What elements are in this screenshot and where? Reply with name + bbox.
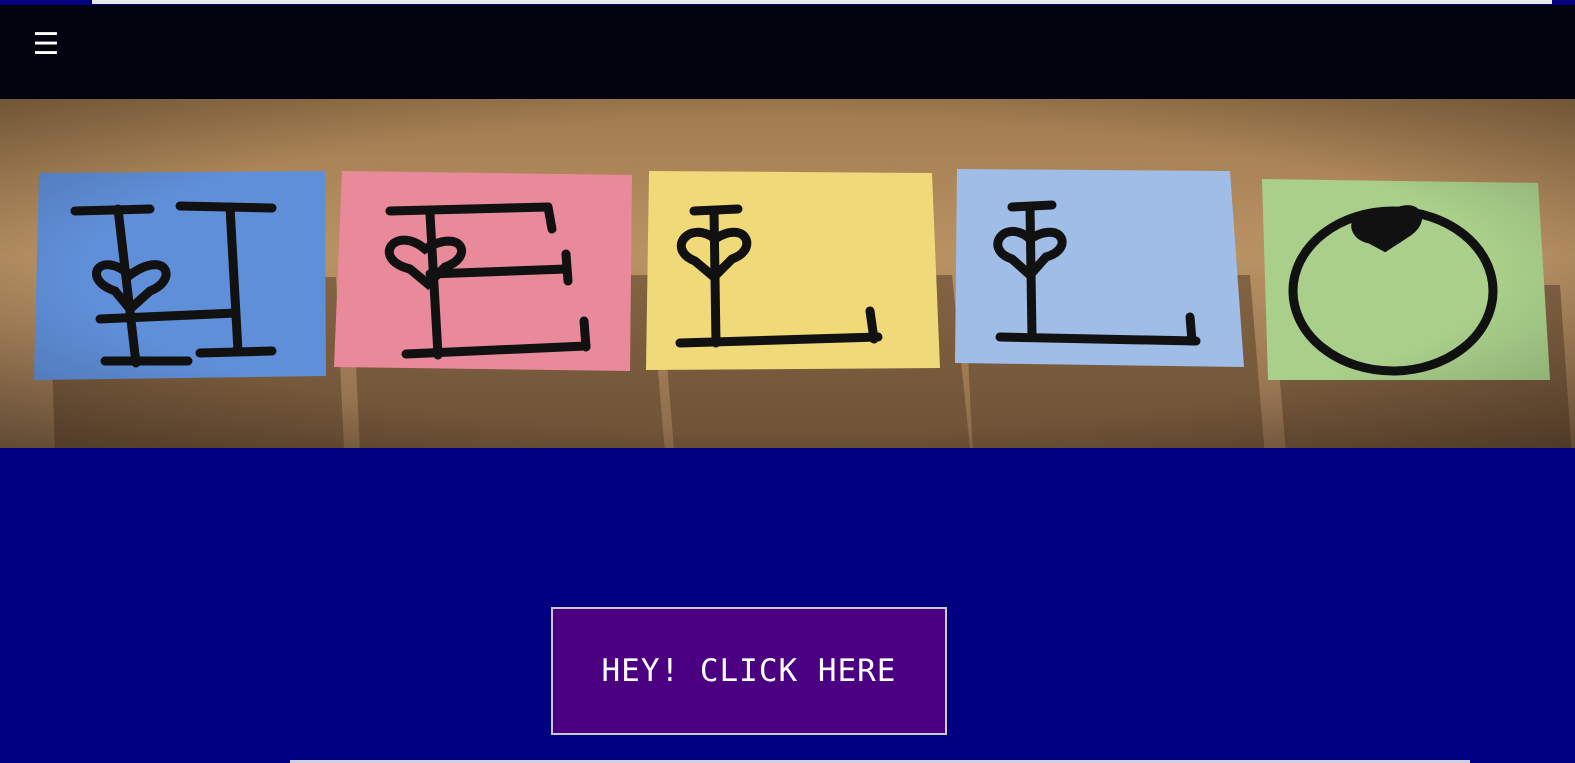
top-border-line [92,0,1552,4]
hey-click-here-button[interactable]: HEY! CLICK HERE [551,607,947,735]
hello-sticky-notes-image [0,99,1575,448]
navbar: ☰ [0,5,1575,99]
hero-banner [0,99,1575,448]
main-section: HEY! CLICK HERE [0,448,1575,763]
hamburger-menu-icon[interactable]: ☰ [30,29,62,61]
